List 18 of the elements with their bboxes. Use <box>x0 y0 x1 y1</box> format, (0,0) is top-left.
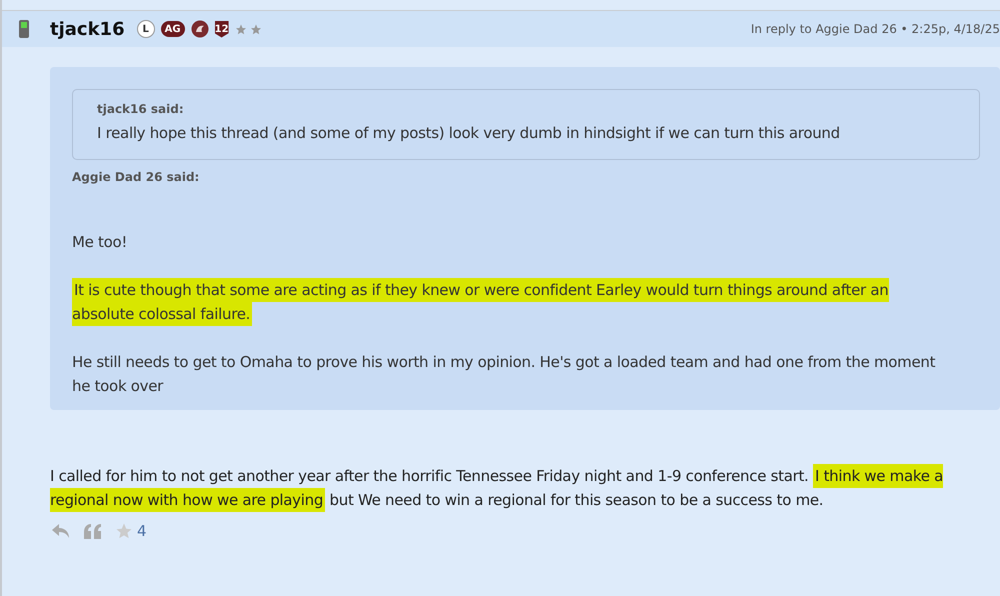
phone-icon <box>18 19 30 39</box>
username[interactable]: tjack16 <box>50 18 125 40</box>
quote-text: I really hope this thread (and some of my posts) look very dumb in hindsight if we can turn this around <box>97 123 841 144</box>
reply-info: In reply to Aggie Dad 26 • 2:25p, 4/18/25 <box>750 22 1000 36</box>
star-icon[interactable] <box>115 522 133 540</box>
quote-paragraph: Me too! <box>72 232 128 253</box>
team-badge: AG <box>160 21 185 37</box>
post-text: I called for him to not get another year after the horrific Tennessee Friday night and 1-9 conference start. I think we make a regional now with how we are playing but We need to win a regional for this season to be a success to me. <box>2 410 1000 512</box>
quote-paragraph: He still needs to get to Omaha to prove his worth in my opinion. He's got a loaded team and had one from the moment he took over <box>72 352 936 397</box>
quote-icon[interactable] <box>84 524 101 538</box>
stars-icon <box>234 22 262 36</box>
rank-badge: 12 <box>214 20 229 38</box>
quote-author: Aggie Dad 26 said: <box>72 170 200 184</box>
level-badge: L <box>136 20 155 38</box>
quote-author: tjack16 said: <box>97 102 185 116</box>
mascot-icon <box>190 20 209 38</box>
like-count: 4 <box>137 522 147 540</box>
reply-icon[interactable] <box>52 524 70 538</box>
